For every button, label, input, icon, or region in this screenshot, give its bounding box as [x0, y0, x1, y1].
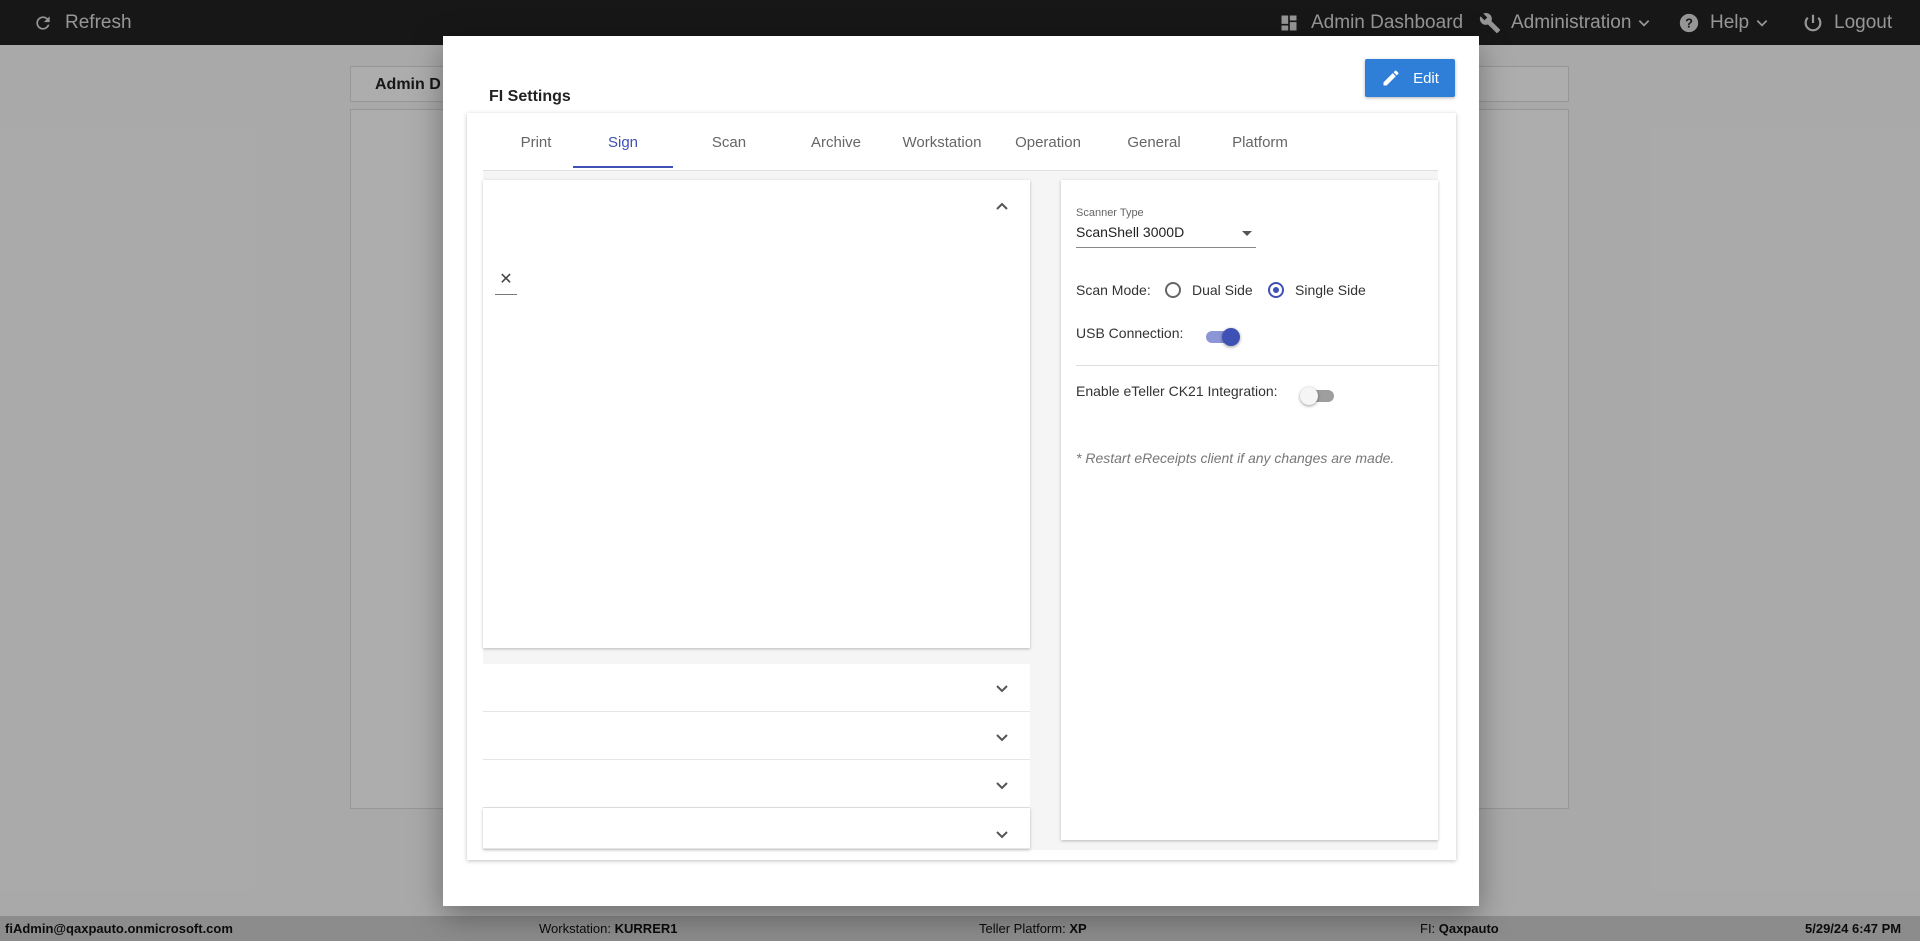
expansion-panel-collapsed[interactable] [483, 712, 1030, 760]
expansion-panel-collapsed[interactable] [483, 664, 1030, 712]
section-divider [1076, 365, 1438, 366]
expansion-panel-collapsed[interactable] [483, 760, 1030, 808]
chevron-down-icon [995, 778, 1009, 792]
chevron-down-icon [995, 681, 1009, 695]
tab-workstation[interactable]: Workstation [892, 115, 992, 170]
tab-print[interactable]: Print [486, 115, 586, 170]
toggle-thumb [1300, 387, 1318, 405]
single-side-radio[interactable] [1268, 282, 1284, 298]
pencil-icon [1383, 70, 1399, 86]
edit-button[interactable]: Edit [1365, 59, 1455, 97]
edit-label: Edit [1413, 69, 1439, 87]
clear-icon[interactable]: ✕ [495, 270, 517, 295]
tab-archive[interactable]: Archive [786, 115, 886, 170]
dual-side-radio[interactable] [1165, 282, 1181, 298]
tab-sign[interactable]: Sign [573, 115, 673, 170]
tab-platform[interactable]: Platform [1210, 115, 1310, 170]
dual-side-label[interactable]: Dual Side [1192, 282, 1253, 298]
expansion-panel-collapsed[interactable] [483, 808, 1030, 849]
tab-general[interactable]: General [1104, 115, 1204, 170]
scan-mode-label: Scan Mode: [1076, 282, 1151, 298]
usb-connection-toggle[interactable] [1206, 328, 1242, 346]
single-side-label[interactable]: Single Side [1295, 282, 1366, 298]
eteller-integration-toggle[interactable] [1300, 387, 1338, 405]
eteller-integration-label: Enable eTeller CK21 Integration: [1076, 383, 1278, 399]
scanner-type-value: ScanShell 3000D [1076, 224, 1185, 240]
scanner-type-label: Scanner Type [1076, 207, 1144, 219]
active-tab-indicator [573, 166, 673, 168]
chevron-down-icon [995, 827, 1009, 841]
restart-note: * Restart eReceipts client if any change… [1076, 450, 1395, 466]
toggle-thumb [1222, 328, 1240, 346]
tab-scan[interactable]: Scan [679, 115, 779, 170]
scanner-type-select[interactable]: ScanShell 3000D [1076, 224, 1256, 248]
expansion-panel-expanded [483, 180, 1030, 648]
dropdown-caret-icon [1242, 231, 1252, 236]
modal-title: FI Settings [489, 88, 571, 105]
chevron-down-icon [995, 730, 1009, 744]
scanner-settings-panel [1061, 180, 1438, 840]
usb-connection-label: USB Connection: [1076, 325, 1184, 341]
chevron-up-icon[interactable] [995, 200, 1009, 214]
tab-operation[interactable]: Operation [998, 115, 1098, 170]
settings-tabs: Print Sign Scan Archive Workstation Oper… [483, 115, 1438, 171]
